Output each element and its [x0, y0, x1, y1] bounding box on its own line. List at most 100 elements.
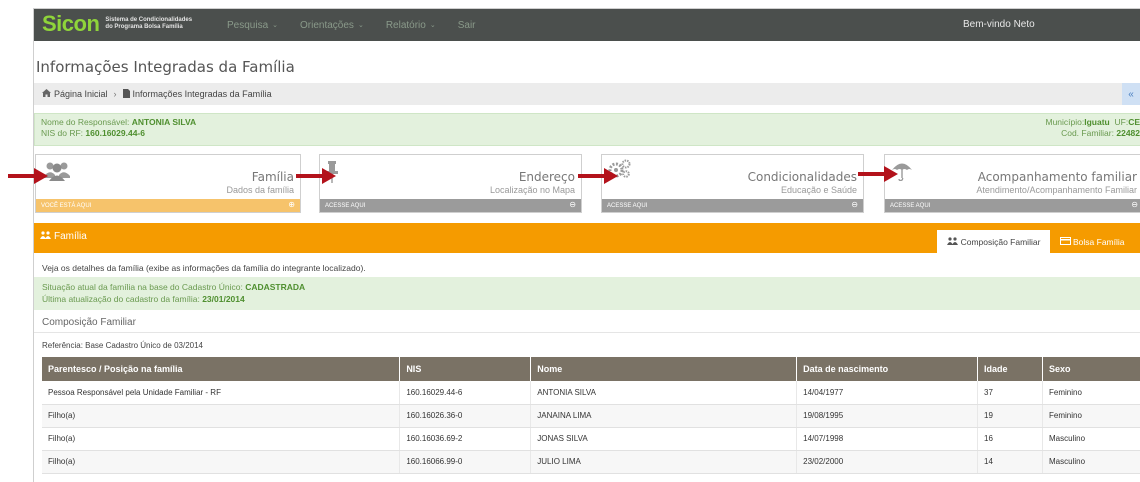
cell-nome: ANTONIA SILVA	[530, 381, 798, 405]
table-row: Pessoa Responsável pela Unidade Familiar…	[42, 381, 1140, 405]
chevron-down-icon: ⌄	[429, 22, 436, 29]
collapse-button[interactable]: «	[1122, 83, 1140, 105]
nav-item-label: Sair	[457, 19, 476, 31]
cell-parentesco: Filho(a)	[42, 450, 401, 474]
arrow-circle-icon: ⊖	[851, 200, 858, 209]
arrow-circle-icon: ⊕	[288, 200, 295, 209]
annotation-arrow-icon	[858, 166, 898, 182]
card-acompanhamento[interactable]: Acompanhamento familiar Atendimento/Acom…	[884, 154, 1140, 213]
brand[interactable]: Sicon Sistema de Condicionalidades do Pr…	[42, 13, 192, 35]
card-footer-label: ACESSE AQUI	[890, 202, 931, 209]
cell-idade: 37	[977, 381, 1044, 405]
card-footer[interactable]: ACESSE AQUI ⊖	[602, 199, 863, 212]
breadcrumb: Página Inicial › Informações Integradas …	[34, 83, 1140, 105]
logo-subtitle: Sistema de Condicionalidades do Programa…	[105, 17, 192, 31]
atualizacao-label: Última atualização do cadastro da famíli…	[42, 294, 200, 304]
cell-sexo: Masculino	[1042, 450, 1140, 474]
arrow-circle-icon: ⊖	[569, 200, 576, 209]
card-icon	[1060, 236, 1071, 247]
chevron-down-icon: ⌄	[357, 22, 364, 29]
card-title: Condicionalidades	[747, 170, 857, 184]
card-endereco[interactable]: Endereço Localização no Mapa ACESSE AQUI…	[319, 154, 582, 213]
nome-value: ANTONIA SILVA	[131, 117, 197, 127]
column-header: Parentesco / Posição na família	[42, 357, 401, 381]
cod-value: 22482	[1116, 128, 1140, 138]
card-subtitle: Educação e Saúde	[780, 185, 857, 195]
card-title: Família	[251, 170, 294, 184]
breadcrumb-current: Informações Integradas da Família	[132, 89, 272, 99]
top-navbar: Sicon Sistema de Condicionalidades do Pr…	[34, 9, 1140, 41]
card-familia[interactable]: Família Dados da família VOCÊ ESTÁ AQUI ⊕	[35, 154, 301, 213]
annotation-arrow-icon	[578, 168, 618, 184]
arrow-circle-icon: ⊖	[1131, 200, 1138, 209]
card-title: Endereço	[518, 170, 575, 184]
nav-item-relatorio[interactable]: Relatório ⌄	[386, 20, 436, 31]
situacao-line: Situação atual da família na base do Cad…	[42, 281, 1133, 293]
card-subtitle: Localização no Mapa	[489, 185, 575, 195]
page-title: Informações Integradas da Família	[36, 58, 295, 76]
table-header-row: Parentesco / Posição na família NIS Nome…	[42, 357, 1140, 381]
column-header: Data de nascimento	[796, 357, 979, 381]
card-subtitle: Atendimento/Acompanhamento Familiar	[976, 185, 1137, 195]
nav-menu: Pesquisa ⌄ Orientações ⌄ Relatório ⌄ Sair	[227, 9, 498, 41]
table-row: Filho(a) 160.16036.69-2 JONAS SILVA 14/0…	[42, 427, 1140, 451]
cell-nome: JULIO LIMA	[530, 450, 798, 474]
nav-item-label: Orientações	[300, 19, 354, 31]
card-footer[interactable]: ACESSE AQUI ⊖	[885, 199, 1140, 212]
card-footer[interactable]: ACESSE AQUI ⊖	[320, 199, 581, 212]
cell-nis: 160.16036.69-2	[399, 427, 532, 451]
column-header: Sexo	[1042, 357, 1140, 381]
situacao-value: CADASTRADA	[245, 282, 306, 292]
cell-nascimento: 14/04/1977	[796, 381, 979, 405]
sicon-logo: Sicon	[42, 11, 100, 36]
familia-title-text: Família	[54, 231, 87, 242]
cell-nis: 160.16026.36-0	[399, 404, 532, 428]
uf-value: CE	[1128, 117, 1140, 127]
cell-parentesco: Pessoa Responsável pela Unidade Familiar…	[42, 381, 401, 405]
home-icon	[42, 89, 51, 99]
cell-nome: JONAS SILVA	[530, 427, 798, 451]
nav-item-label: Pesquisa	[227, 19, 269, 31]
atualizacao-value: 23/01/2014	[202, 294, 245, 304]
logo-subtitle-line1: Sistema de Condicionalidades	[105, 17, 193, 23]
cell-idade: 14	[977, 450, 1044, 474]
breadcrumb-home-link[interactable]: Página Inicial	[54, 89, 108, 99]
tab-composicao-familiar[interactable]: Composição Familiar	[937, 230, 1050, 253]
situacao-label: Situação atual da família na base do Cad…	[42, 282, 243, 292]
nav-item-pesquisa[interactable]: Pesquisa ⌄	[227, 20, 278, 31]
municipio-info: Município:Iguatu UF:CE Cod. Familiar: 22…	[1046, 117, 1140, 139]
divider	[34, 332, 1140, 333]
cell-nascimento: 23/02/2000	[796, 450, 979, 474]
column-header: Nome	[530, 357, 798, 381]
card-footer-label: ACESSE AQUI	[325, 202, 366, 209]
cell-parentesco: Filho(a)	[42, 404, 401, 428]
cell-idade: 19	[977, 404, 1044, 428]
cell-nis: 160.16029.44-6	[399, 381, 532, 405]
cell-sexo: Feminino	[1042, 404, 1140, 428]
composicao-title: Composição Familiar	[42, 317, 136, 328]
chevron-down-icon: ⌄	[272, 22, 279, 29]
municipio-value: Iguatu	[1084, 117, 1110, 127]
cell-nascimento: 19/08/1995	[796, 404, 979, 428]
cell-sexo: Masculino	[1042, 427, 1140, 451]
familia-section-title: Família	[40, 231, 87, 242]
nav-item-sair[interactable]: Sair	[458, 20, 476, 31]
nav-item-label: Relatório	[385, 19, 426, 31]
annotation-arrow-icon	[296, 168, 336, 184]
card-condicionalidades[interactable]: Condicionalidades Educação e Saúde ACESS…	[601, 154, 864, 213]
nis-value: 160.16029.44-6	[85, 128, 145, 138]
familia-header-bar: Família Composição Familiar Bolsa Famíli…	[34, 223, 1140, 253]
nis-label: NIS do RF:	[41, 128, 84, 138]
table-row: Filho(a) 160.16026.36-0 JANAINA LIMA 19/…	[42, 404, 1140, 428]
cod-label: Cod. Familiar:	[1061, 128, 1114, 138]
cell-idade: 16	[977, 427, 1044, 451]
nav-item-orientacoes[interactable]: Orientações ⌄	[300, 20, 364, 31]
tab-label: Composição Familiar	[960, 236, 1041, 247]
responsavel-nome: Nome do Responsável: ANTONIA SILVA	[41, 117, 1134, 128]
card-subtitle: Dados da família	[226, 185, 294, 195]
card-footer-label: ACESSE AQUI	[607, 202, 648, 209]
tab-bolsa-familia[interactable]: Bolsa Família	[1054, 230, 1140, 253]
referencia-text: Referência: Base Cadastro Único de 03/20…	[42, 341, 203, 350]
card-footer[interactable]: VOCÊ ESTÁ AQUI ⊕	[36, 199, 300, 212]
composicao-table: Parentesco / Posição na família NIS Nome…	[42, 357, 1140, 474]
